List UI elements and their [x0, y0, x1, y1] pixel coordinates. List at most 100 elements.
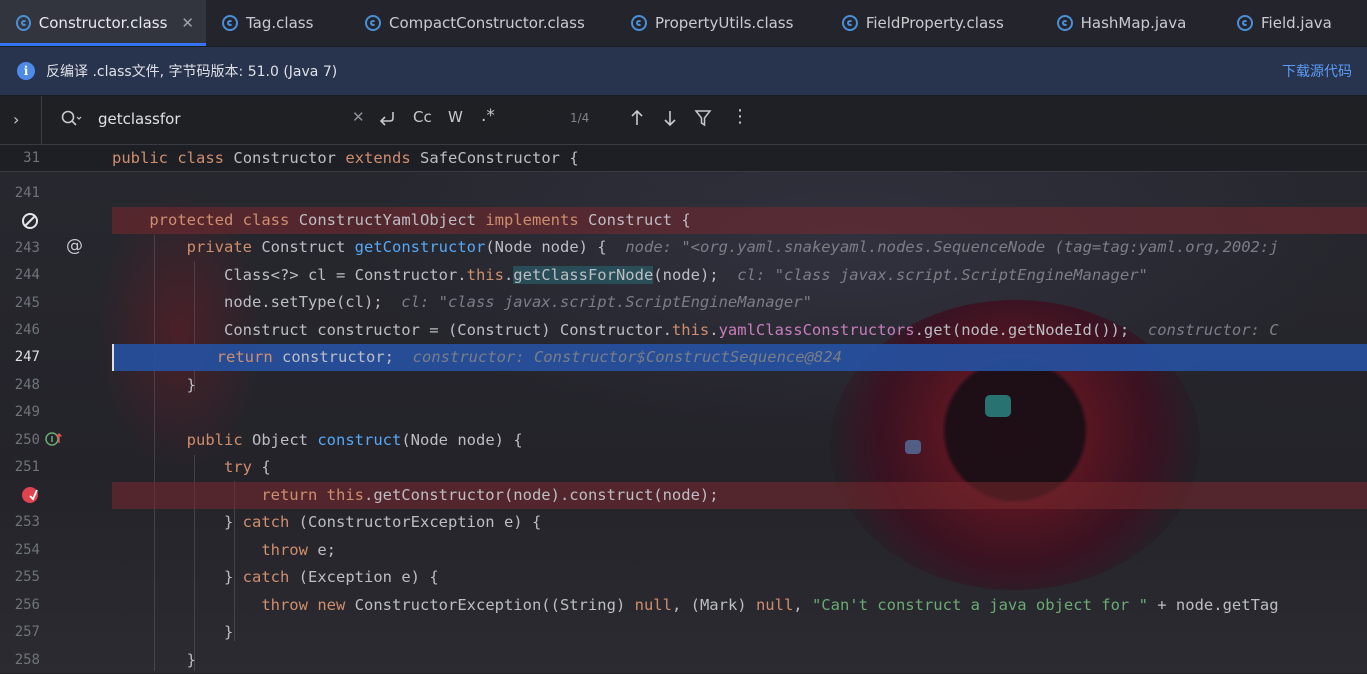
code-text: Construct constructor = (Construct) Cons… — [223, 321, 672, 339]
brace: } — [186, 651, 196, 669]
arrow-up-icon[interactable] — [629, 108, 645, 128]
inline-debug-value: cl: "class javax.script.ScriptEngineMana… — [737, 266, 1148, 284]
arrow-down-icon[interactable] — [662, 108, 678, 128]
tab-propertyutils-class[interactable]: PropertyUtils.class — [615, 0, 826, 46]
params: (Node node) { — [401, 431, 523, 449]
tab-constructor-class[interactable]: Constructor.class ✕ — [0, 0, 206, 46]
code-line-partial[interactable] — [112, 171, 1367, 181]
code-line-246[interactable]: Construct constructor = (Construct) Cons… — [112, 317, 1367, 344]
code-text: Class<?> cl = Constructor. — [223, 266, 467, 284]
code-line-242[interactable]: protected class ConstructYamlObject impl… — [112, 207, 1367, 234]
keyword: new — [317, 596, 346, 614]
breakpoint-disabled-icon[interactable] — [21, 212, 39, 230]
method-name: getConstructor — [354, 238, 486, 256]
keyword: private — [186, 238, 252, 256]
code-line-257[interactable]: } — [112, 619, 1367, 646]
line-number: 31 — [23, 150, 40, 166]
class-file-icon — [222, 15, 238, 31]
code-line-252-breakpoint[interactable]: return this.getConstructor(node).constru… — [112, 482, 1367, 509]
class-file-icon — [365, 15, 382, 31]
line-number: 244 — [14, 267, 40, 283]
line-number-current: 247 — [14, 349, 40, 365]
class-name: Constructor — [233, 149, 337, 167]
divider — [41, 96, 42, 144]
tab-label: Field.java — [1261, 14, 1332, 32]
tab-tag-class[interactable]: Tag.class — [206, 0, 349, 46]
java-file-icon — [1237, 15, 1254, 31]
keyword: public — [186, 431, 243, 449]
code-line-248[interactable]: } — [112, 372, 1367, 399]
code-line-245[interactable]: node.setType(cl); cl: "class javax.scrip… — [112, 289, 1367, 316]
brace: { — [261, 458, 271, 476]
code-text: (node); — [653, 266, 719, 284]
tab-label: CompactConstructor.class — [389, 14, 585, 32]
line-number: 250 — [14, 432, 40, 448]
whole-words-button[interactable]: W — [448, 108, 463, 126]
code-text: constructor; — [282, 348, 394, 366]
code-line-251[interactable]: try { — [112, 454, 1367, 481]
code-line-253[interactable]: } catch (ConstructorException e) { — [112, 509, 1367, 536]
more-options-icon[interactable]: ⋮ — [731, 106, 749, 127]
type-name: Construct — [261, 238, 346, 256]
match-count: 1/4 — [570, 111, 590, 125]
code-line-255[interactable]: } catch (Exception e) { — [112, 564, 1367, 591]
code-line-243[interactable]: private Construct getConstructor(Node no… — [112, 234, 1367, 261]
code-text: .get(node.getNodeId()); — [914, 321, 1130, 339]
inline-debug-value: constructor: C — [1147, 321, 1279, 339]
keyword: catch — [242, 568, 290, 586]
breakpoint-icon[interactable] — [21, 486, 39, 504]
tab-fieldproperty-class[interactable]: FieldProperty.class — [826, 0, 1041, 46]
tab-label: Tag.class — [246, 14, 314, 32]
search-input[interactable] — [98, 108, 338, 130]
keyword: this — [326, 486, 364, 504]
line-number: 255 — [14, 569, 40, 585]
code-text: . — [709, 321, 719, 339]
expand-replace-chevron-icon[interactable]: › — [13, 110, 19, 129]
type-name: Object — [252, 431, 308, 449]
search-history-icon[interactable] — [60, 108, 82, 130]
filter-icon[interactable] — [694, 108, 712, 128]
annotation-at-icon[interactable]: @ — [66, 236, 83, 256]
code-line-247-current-execution[interactable]: return constructor; constructor: Constru… — [112, 344, 1367, 371]
match-case-button[interactable]: Cc — [413, 108, 432, 126]
download-sources-link[interactable]: 下载源代码 — [1282, 61, 1352, 81]
regex-button[interactable]: .* — [481, 106, 495, 126]
close-icon[interactable]: ✕ — [181, 14, 194, 32]
class-file-icon — [630, 15, 647, 31]
line-number: 256 — [14, 597, 40, 613]
inline-debug-value: constructor: Constructor$ConstructSequen… — [412, 348, 842, 366]
keyword: return — [216, 348, 273, 366]
editor-tab-bar: Constructor.class ✕ Tag.class CompactCon… — [0, 0, 1367, 47]
tab-field-java[interactable]: Field.java — [1221, 0, 1367, 46]
brace: } — [223, 568, 243, 586]
line-number: 243 — [14, 240, 40, 256]
class-name: ConstructYamlObject — [298, 211, 476, 229]
code-line-254[interactable]: throw e; — [112, 537, 1367, 564]
keyword: public — [112, 149, 168, 167]
line-number: 251 — [14, 459, 40, 475]
implements-method-icon[interactable] — [45, 431, 65, 447]
tab-hashmap-java[interactable]: HashMap.java — [1041, 0, 1221, 46]
new-line-icon[interactable] — [377, 108, 397, 128]
method-name: construct — [317, 431, 402, 449]
string-literal: "Can't construct a java object for " — [811, 596, 1148, 614]
sticky-lines-header[interactable]: 31 public class Constructor extends Safe… — [0, 145, 1367, 172]
sticky-code-line[interactable]: public class Constructor extends SafeCon… — [112, 145, 1367, 171]
keyword: class — [177, 149, 225, 167]
tab-compactconstructor-class[interactable]: CompactConstructor.class — [349, 0, 615, 46]
code-line-244[interactable]: Class<?> cl = Constructor.this.getClassF… — [112, 262, 1367, 289]
code-text: node.setType(cl); — [223, 293, 383, 311]
line-number: 245 — [14, 295, 40, 311]
code-editor[interactable]: 31 public class Constructor extends Safe… — [0, 145, 1367, 673]
line-number: 258 — [14, 652, 40, 668]
code-line-256[interactable]: throw new ConstructorException((String) … — [112, 592, 1367, 619]
code-line-250[interactable]: public Object construct(Node node) { — [112, 427, 1367, 454]
parent-class: SafeConstructor — [420, 149, 561, 167]
clear-search-icon[interactable]: ✕ — [352, 108, 365, 126]
inline-debug-value: node: "<org.yaml.snakeyaml.nodes.Sequenc… — [625, 238, 1279, 256]
interface-name: Construct — [588, 211, 673, 229]
code-line-258[interactable]: } — [112, 647, 1367, 674]
params: (Node node) { — [485, 238, 607, 256]
info-icon: i — [17, 62, 35, 80]
code-text: + node.getTag — [1147, 596, 1279, 614]
